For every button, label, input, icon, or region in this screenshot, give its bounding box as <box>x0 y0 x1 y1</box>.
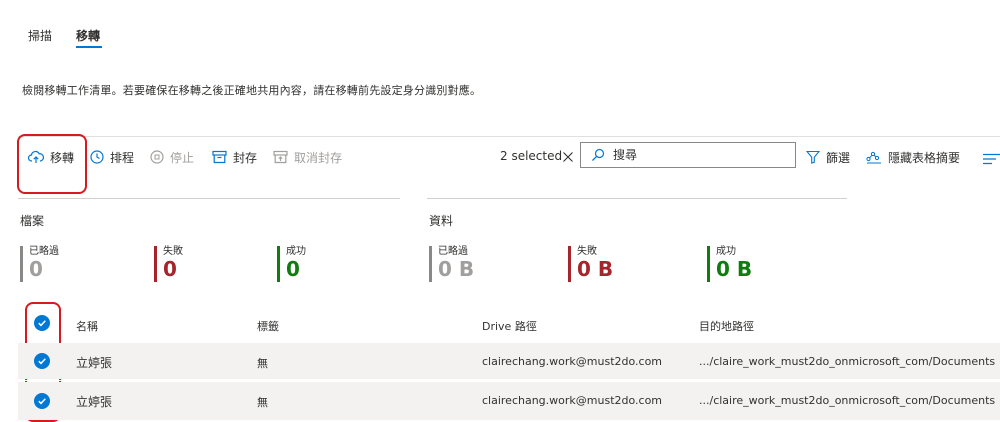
stop-label: 停止 <box>170 150 195 165</box>
data-section-title: 資料 <box>429 214 454 228</box>
column-header-drive-path[interactable]: Drive 路徑 <box>482 318 537 334</box>
selection-count: 2 selected <box>500 149 563 163</box>
data-failed-value: 0 B <box>577 257 614 281</box>
data-skipped-value: 0 B <box>438 257 475 281</box>
row-name[interactable]: 立婷張 <box>76 393 112 410</box>
cloud-upload-icon <box>28 150 44 163</box>
files-section-title: 檔案 <box>20 214 45 228</box>
files-failed-stat: 失敗 0 <box>154 246 183 282</box>
files-section-divider <box>18 198 400 199</box>
archive-button[interactable]: 封存 <box>212 146 257 168</box>
unarchive-label: 取消封存 <box>294 150 343 165</box>
select-all-checkbox[interactable] <box>34 315 50 331</box>
view-options-icon[interactable] <box>983 150 1000 169</box>
files-success-value: 0 <box>286 257 300 281</box>
row-drive-path: clairechang.work@must2do.com <box>482 394 663 407</box>
tab-migration[interactable]: 移轉 <box>76 27 100 44</box>
row-tag: 無 <box>257 396 268 409</box>
search-icon <box>592 148 605 161</box>
migrate-button[interactable]: 移轉 <box>28 146 74 168</box>
column-header-destination-path[interactable]: 目的地路徑 <box>699 318 754 334</box>
data-success-stat: 成功 0 B <box>707 246 752 282</box>
filter-button[interactable]: 篩選 <box>806 146 850 168</box>
files-failed-value: 0 <box>163 257 177 281</box>
row-checkbox[interactable] <box>34 353 50 369</box>
clock-icon <box>90 150 104 164</box>
archive-label: 封存 <box>233 150 258 165</box>
hide-summary-label: 隱藏表格摘要 <box>888 150 961 165</box>
data-section-divider <box>427 198 847 199</box>
row-drive-path: clairechang.work@must2do.com <box>482 355 663 368</box>
hide-summary-button[interactable]: 隱藏表格摘要 <box>866 146 960 168</box>
column-header-tag[interactable]: 標籤 <box>257 318 279 334</box>
files-skipped-stat: 已略過 0 <box>20 246 59 282</box>
files-skipped-value: 0 <box>29 257 43 281</box>
data-skipped-stat: 已略過 0 B <box>429 246 474 282</box>
filter-icon <box>806 150 820 164</box>
row-destination-path: .../claire_work_must2do_onmicrosoft_com/… <box>699 355 996 368</box>
search-input[interactable] <box>611 147 785 163</box>
row-destination-path: .../claire_work_must2do_onmicrosoft_com/… <box>699 394 996 407</box>
column-header-name[interactable]: 名稱 <box>76 318 98 334</box>
schedule-button[interactable]: 排程 <box>90 146 134 168</box>
clear-selection-icon[interactable] <box>562 148 574 167</box>
checkmark-icon <box>38 398 46 405</box>
page-description: 檢閱移轉工作清單。若要確保在移轉之後正確地共用內容，請在移轉前先設定身分識別對應… <box>22 84 482 97</box>
data-failed-stat: 失敗 0 B <box>568 246 613 282</box>
chart-icon <box>866 151 881 164</box>
row-name[interactable]: 立婷張 <box>76 354 112 371</box>
stop-icon <box>150 150 164 164</box>
checkmark-icon <box>38 320 46 327</box>
row-separator <box>18 380 1000 381</box>
unarchive-button[interactable]: 取消封存 <box>273 146 342 168</box>
row-checkbox[interactable] <box>34 393 50 409</box>
stop-button[interactable]: 停止 <box>150 146 194 168</box>
migrate-label: 移轉 <box>50 150 75 165</box>
command-bar-divider <box>18 136 1000 137</box>
search-box[interactable] <box>580 142 796 168</box>
row-tag: 無 <box>257 357 268 370</box>
filter-label: 篩選 <box>826 150 851 165</box>
files-success-stat: 成功 0 <box>277 246 306 282</box>
schedule-label: 排程 <box>110 150 135 165</box>
unarchive-icon <box>273 150 288 164</box>
tab-scan[interactable]: 掃描 <box>28 27 52 44</box>
tab-active-indicator <box>76 46 102 48</box>
archive-icon <box>212 150 227 164</box>
checkmark-icon <box>38 358 46 365</box>
data-success-value: 0 B <box>716 257 753 281</box>
